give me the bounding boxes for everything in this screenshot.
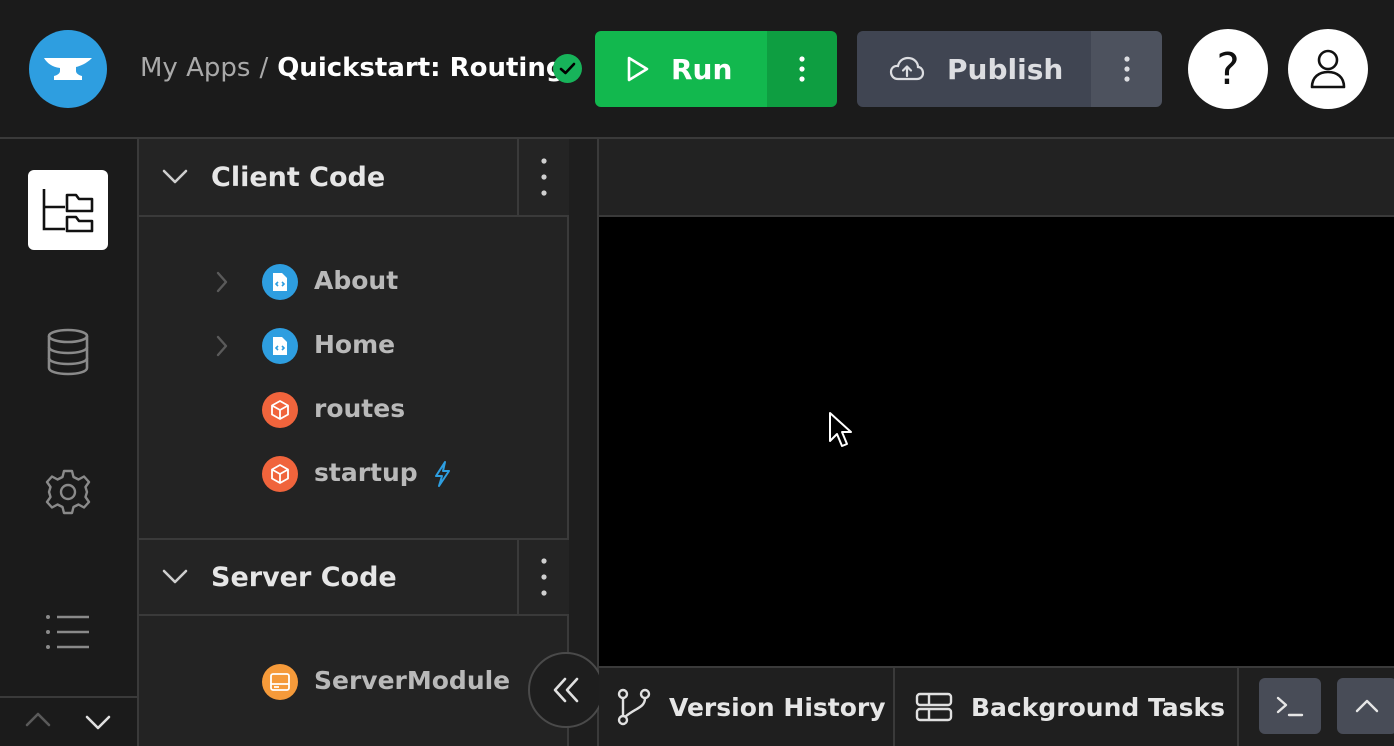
rail-data-button[interactable] (28, 322, 108, 382)
help-button[interactable]: ? (1188, 29, 1268, 109)
server-stack-icon (915, 692, 953, 722)
run-options-button[interactable] (767, 31, 837, 107)
run-button[interactable]: Run (595, 31, 767, 107)
rail-files-button[interactable] (28, 170, 108, 250)
rail-tasks-button[interactable] (28, 602, 108, 662)
publish-label: Publish (947, 52, 1064, 86)
section-title: Server Code (211, 561, 397, 593)
anvil-logo[interactable] (29, 30, 107, 108)
tree-item-home[interactable]: Home (139, 318, 568, 374)
console-button[interactable] (1259, 678, 1321, 734)
server-code-header[interactable]: Server Code (139, 538, 569, 616)
breadcrumb-my-apps[interactable]: My Apps (140, 53, 250, 83)
tree-item-label: startup (314, 458, 418, 487)
chevron-down-icon (162, 169, 188, 184)
collapse-panel-button[interactable] (528, 652, 604, 728)
tree-item-label: Home (314, 330, 396, 359)
terminal-icon (1276, 696, 1304, 717)
publish-button[interactable]: Publish (857, 31, 1091, 107)
help-icon: ? (1216, 43, 1240, 95)
kebab-icon (1123, 56, 1130, 82)
git-branch-icon (617, 688, 651, 726)
rail-scroll-up-button[interactable] (25, 711, 51, 727)
background-tasks-button[interactable]: Background Tasks (895, 668, 1239, 746)
cloud-upload-icon (889, 56, 925, 81)
user-icon (1310, 49, 1346, 89)
database-icon (47, 328, 89, 376)
play-icon (627, 56, 649, 82)
tree-item-label: About (314, 266, 399, 295)
app-name[interactable]: Quickstart: Routing (277, 53, 564, 83)
client-code-menu-button[interactable] (517, 139, 569, 215)
tree-item-label: ServerModule (314, 666, 511, 695)
rail-scroll-down-button[interactable] (85, 715, 111, 731)
publish-button-group: Publish (857, 31, 1162, 107)
client-code-header[interactable]: Client Code (139, 139, 569, 217)
mouse-cursor-icon (828, 411, 854, 449)
module-icon (262, 392, 298, 428)
editor-area[interactable] (599, 217, 1394, 666)
kebab-icon (541, 158, 547, 196)
chevron-up-icon (25, 712, 51, 727)
tree-item-server-module[interactable]: ServerModule (139, 654, 568, 710)
double-chevron-left-icon (553, 677, 579, 703)
settings-icon (45, 469, 91, 515)
kebab-icon (799, 56, 805, 82)
anvil-icon (44, 58, 92, 80)
rail-divider (0, 696, 139, 698)
collapse-chevron[interactable] (139, 169, 211, 185)
form-icon (262, 328, 298, 364)
server-module-icon (262, 664, 298, 700)
chevron-right-icon (216, 335, 228, 357)
files-icon (42, 189, 94, 233)
version-history-button[interactable]: Version History (599, 668, 895, 746)
kebab-icon (541, 558, 547, 596)
rail-settings-button[interactable] (28, 462, 108, 522)
tree-item-about[interactable]: About (139, 254, 568, 310)
tree-item-routes[interactable]: routes (139, 382, 568, 438)
account-button[interactable] (1288, 29, 1368, 109)
expand-bottom-panel-button[interactable] (1337, 678, 1394, 734)
publish-options-button[interactable] (1091, 31, 1162, 107)
tree-item-startup[interactable]: startup (139, 446, 568, 502)
background-tasks-label: Background Tasks (971, 692, 1226, 722)
list-icon (46, 615, 89, 649)
expand-chevron[interactable] (215, 271, 229, 293)
form-icon (262, 264, 298, 300)
run-label: Run (671, 52, 733, 86)
module-icon (262, 456, 298, 492)
chevron-down-icon (85, 715, 111, 730)
tree-item-label: routes (314, 394, 406, 423)
collapse-chevron[interactable] (139, 569, 211, 585)
version-history-label: Version History (669, 692, 886, 722)
startup-bolt-icon (432, 460, 452, 488)
breadcrumb: My Apps / Quickstart: Routing (140, 46, 564, 90)
saved-status-icon (553, 54, 582, 83)
run-button-group: Run (595, 31, 837, 107)
breadcrumb-separator: / (259, 53, 269, 83)
chevron-down-icon (162, 569, 188, 584)
chevron-right-icon (216, 271, 228, 293)
editor-tab-bar (599, 139, 1394, 217)
expand-chevron[interactable] (215, 335, 229, 357)
server-code-menu-button[interactable] (517, 540, 569, 614)
section-title: Client Code (211, 161, 386, 193)
chevron-up-icon (1355, 699, 1379, 713)
